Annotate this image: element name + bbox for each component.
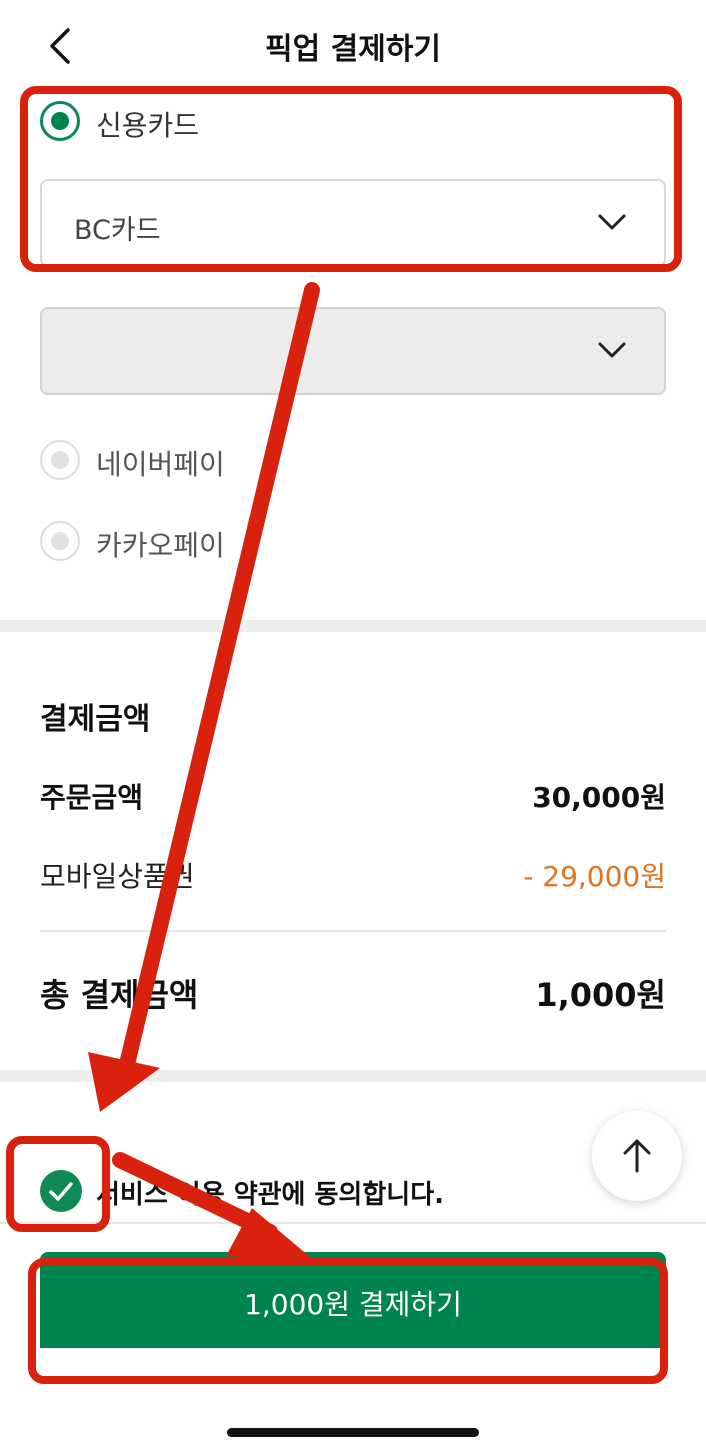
installment-select[interactable] xyxy=(40,307,666,395)
arrow-line-1 xyxy=(120,282,320,1068)
naver-pay-radio[interactable] xyxy=(40,440,80,480)
agreement-text[interactable]: 서비스 이용 약관에 동의합니다. xyxy=(96,1174,444,1211)
amount-section-title: 결제금액 xyxy=(40,702,151,737)
home-indicator xyxy=(227,1428,479,1437)
page-title: 픽업 결제하기 xyxy=(264,32,442,67)
order-amount-value: 30,000원 xyxy=(532,781,666,814)
row-divider xyxy=(40,930,666,932)
arrow-up-icon xyxy=(623,1139,651,1173)
section-divider xyxy=(0,620,706,632)
annotation-box-card xyxy=(20,86,682,272)
arrow-head-1 xyxy=(88,1052,160,1112)
total-amount-label: 총 결제금액 xyxy=(40,976,199,1014)
order-amount-label: 주문금액 xyxy=(40,781,144,814)
chevron-down-icon xyxy=(598,341,626,359)
header-bar: 픽업 결제하기 xyxy=(0,0,706,90)
scroll-to-top-button[interactable] xyxy=(592,1111,682,1201)
section-divider xyxy=(0,1070,706,1082)
kakao-pay-label: 카카오페이 xyxy=(96,529,225,562)
annotation-box-pay-button xyxy=(28,1258,668,1384)
naver-pay-label: 네이버페이 xyxy=(96,448,225,481)
annotation-box-checkbox xyxy=(6,1136,110,1232)
voucher-label: 모바일상품권 xyxy=(40,860,195,893)
kakao-pay-radio[interactable] xyxy=(40,521,80,561)
total-amount-value: 1,000원 xyxy=(535,976,666,1014)
voucher-discount-value: - 29,000원 xyxy=(523,860,666,893)
